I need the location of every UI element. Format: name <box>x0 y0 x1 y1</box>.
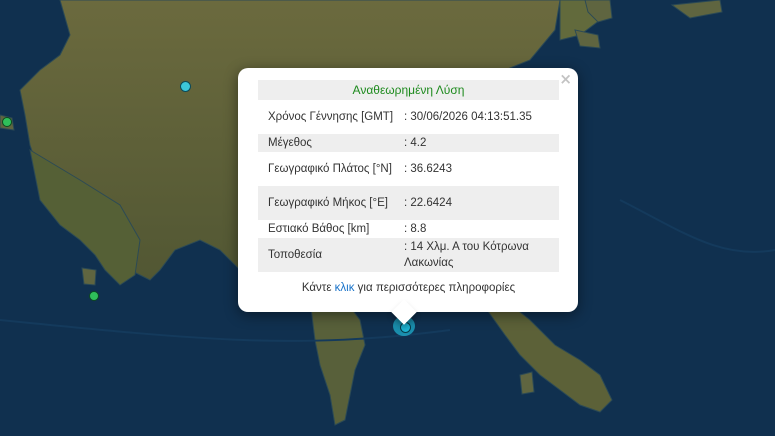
table-row: Χρόνος Γέννησης [GMT] : 30/06/2026 04:13… <box>258 100 559 134</box>
event-details-table: Χρόνος Γέννησης [GMT] : 30/06/2026 04:13… <box>258 100 559 272</box>
row-value: : 36.6243 <box>404 163 452 175</box>
marker-event-south-west[interactable] <box>89 291 99 301</box>
row-label: Χρόνος Γέννησης [GMT] <box>268 111 394 123</box>
row-label: Γεωγραφικό Πλάτος [°N] <box>268 163 392 175</box>
more-info-suffix: για περισσότερες πληροφορίες <box>354 282 516 294</box>
row-value: : 14 Χλμ. Α του Κότρωνα Λακωνίας <box>398 238 559 272</box>
island-5 <box>81 267 97 286</box>
row-label: Τοποθεσία <box>258 238 398 272</box>
marker-event-north[interactable] <box>180 81 191 92</box>
selected-event-dot <box>400 322 411 333</box>
more-info-prefix: Κάντε <box>301 282 335 294</box>
table-row: Γεωγραφικό Μήκος [°E] : 22.6424 <box>258 186 559 220</box>
row-value: : 22.6424 <box>398 186 559 220</box>
table-row: Τοποθεσία : 14 Χλμ. Α του Κότρωνα Λακωνί… <box>258 238 559 272</box>
row-label: Εστιακό Βάθος [km] <box>268 223 370 235</box>
row-label: Γεωγραφικό Μήκος [°E] <box>258 186 398 220</box>
table-row: Γεωγραφικό Πλάτος [°N] : 36.6243 <box>258 152 559 186</box>
row-value: : 30/06/2026 04:13:51.35 <box>404 111 532 123</box>
close-icon[interactable]: × <box>559 70 572 88</box>
table-row: Μέγεθος : 4.2 <box>258 134 559 152</box>
island-6 <box>519 371 535 395</box>
row-value: : 8.8 <box>404 223 427 235</box>
earthquake-info-popup: × Αναθεωρημένη Λύση Χρόνος Γέννησης [GMT… <box>238 68 578 325</box>
more-info-link[interactable]: κλικ <box>335 282 355 294</box>
popup-title: Αναθεωρημένη Λύση <box>258 80 559 100</box>
table-row: Εστιακό Βάθος [km] : 8.8 <box>258 220 559 238</box>
row-label: Μέγεθος <box>258 134 398 152</box>
more-info-line: Κάντε κλικ για περισσότερες πληροφορίες <box>258 282 559 294</box>
row-value: : 4.2 <box>398 134 559 152</box>
marker-event-west[interactable] <box>2 117 12 127</box>
